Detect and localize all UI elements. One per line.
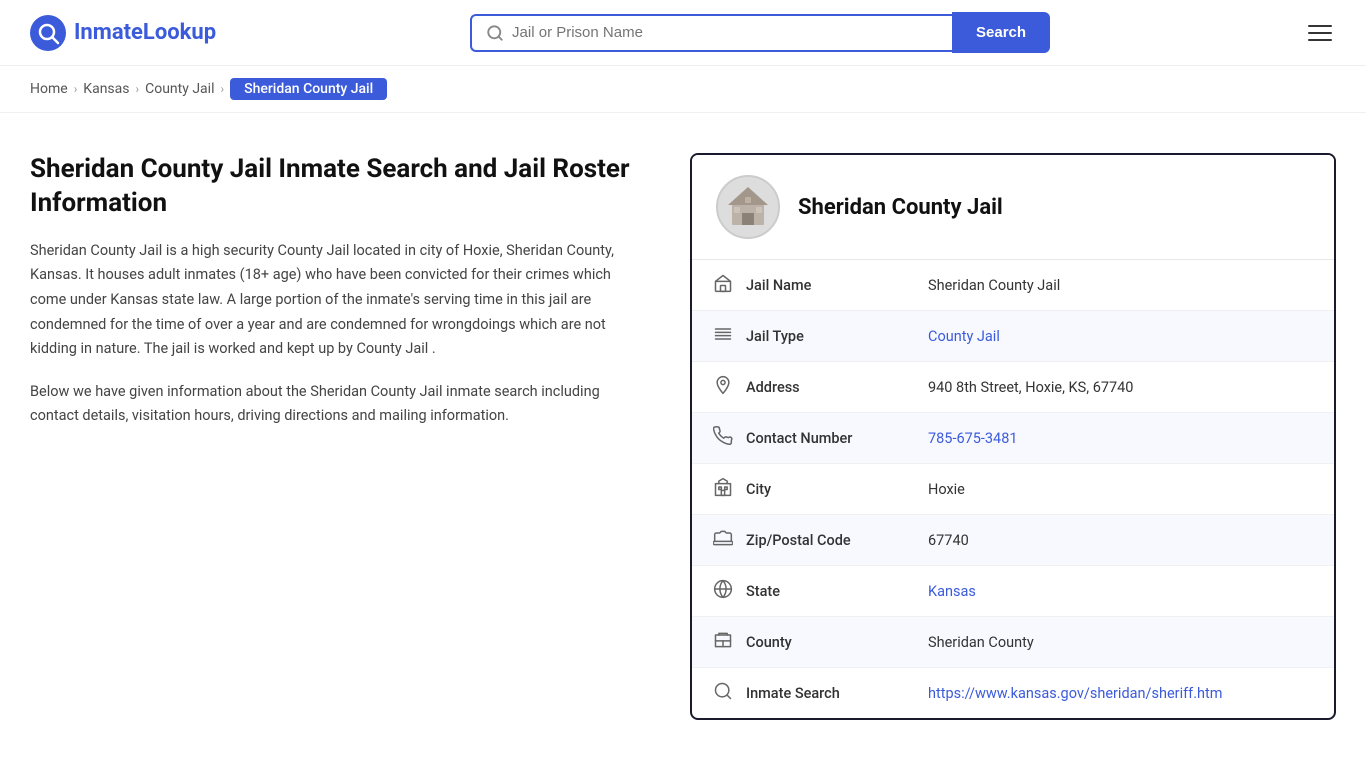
jail-icon bbox=[692, 260, 742, 311]
breadcrumb-sep-1: › bbox=[74, 82, 78, 96]
row-label: County bbox=[742, 617, 912, 668]
table-row: CityHoxie bbox=[692, 464, 1334, 515]
left-column: Sheridan County Jail Inmate Search and J… bbox=[30, 153, 690, 429]
breadcrumb-sep-3: › bbox=[220, 82, 224, 96]
search-input-wrapper bbox=[470, 14, 952, 52]
table-row: Jail Type County Jail bbox=[692, 311, 1334, 362]
breadcrumb-state[interactable]: Kansas bbox=[83, 81, 129, 97]
row-link[interactable]: https://www.kansas.gov/sheridan/sheriff.… bbox=[928, 685, 1222, 702]
right-column: Sheridan County Jail Jail NameSheridan C… bbox=[690, 153, 1336, 720]
table-row: Address940 8th Street, Hoxie, KS, 67740 bbox=[692, 362, 1334, 413]
page-description-1: Sheridan County Jail is a high security … bbox=[30, 239, 650, 362]
county-icon bbox=[692, 617, 742, 668]
row-value[interactable]: https://www.kansas.gov/sheridan/sheriff.… bbox=[912, 668, 1334, 719]
row-label: Address bbox=[742, 362, 912, 413]
hamburger-menu-button[interactable] bbox=[1304, 21, 1336, 45]
city-icon bbox=[692, 464, 742, 515]
row-value: Hoxie bbox=[912, 464, 1334, 515]
jail-building-icon bbox=[724, 183, 772, 231]
logo-text: InmateLookup bbox=[74, 20, 216, 45]
row-label: State bbox=[742, 566, 912, 617]
table-row: State Kansas bbox=[692, 566, 1334, 617]
phone-icon bbox=[692, 413, 742, 464]
row-label: Zip/Postal Code bbox=[742, 515, 912, 566]
jail-name-title: Sheridan County Jail bbox=[798, 195, 1003, 220]
row-link[interactable]: Kansas bbox=[928, 583, 976, 600]
breadcrumb-current: Sheridan County Jail bbox=[230, 78, 387, 100]
hamburger-line-1 bbox=[1308, 25, 1332, 27]
row-value[interactable]: 785-675-3481 bbox=[912, 413, 1334, 464]
row-value: 940 8th Street, Hoxie, KS, 67740 bbox=[912, 362, 1334, 413]
row-value: 67740 bbox=[912, 515, 1334, 566]
breadcrumb: Home › Kansas › County Jail › Sheridan C… bbox=[0, 66, 1366, 113]
table-row: Inmate Search https://www.kansas.gov/sher… bbox=[692, 668, 1334, 719]
search-icon bbox=[692, 668, 742, 719]
table-row: Zip/Postal Code67740 bbox=[692, 515, 1334, 566]
row-label: City bbox=[742, 464, 912, 515]
breadcrumb-sep-2: › bbox=[136, 82, 140, 96]
table-row: CountySheridan County bbox=[692, 617, 1334, 668]
zip-icon bbox=[692, 515, 742, 566]
table-row: Contact Number 785-675-3481 bbox=[692, 413, 1334, 464]
row-value[interactable]: County Jail bbox=[912, 311, 1334, 362]
address-icon bbox=[692, 362, 742, 413]
state-icon bbox=[692, 566, 742, 617]
breadcrumb-type[interactable]: County Jail bbox=[145, 81, 214, 97]
hamburger-line-2 bbox=[1308, 32, 1332, 34]
row-label: Inmate Search bbox=[742, 668, 912, 719]
logo-icon bbox=[30, 15, 66, 51]
row-label: Jail Name bbox=[742, 260, 912, 311]
jail-avatar bbox=[716, 175, 780, 239]
info-card-header: Sheridan County Jail bbox=[692, 155, 1334, 260]
row-link[interactable]: County Jail bbox=[928, 328, 1000, 345]
page-title: Sheridan County Jail Inmate Search and J… bbox=[30, 153, 650, 221]
page-description-2: Below we have given information about th… bbox=[30, 380, 650, 429]
row-value[interactable]: Kansas bbox=[912, 566, 1334, 617]
logo-link[interactable]: InmateLookup bbox=[30, 15, 216, 51]
info-table: Jail NameSheridan County JailJail Type Co… bbox=[692, 260, 1334, 718]
info-card: Sheridan County Jail Jail NameSheridan C… bbox=[690, 153, 1336, 720]
row-link[interactable]: 785-675-3481 bbox=[928, 430, 1018, 447]
row-label: Jail Type bbox=[742, 311, 912, 362]
row-value: Sheridan County Jail bbox=[912, 260, 1334, 311]
hamburger-line-3 bbox=[1308, 39, 1332, 41]
search-input-icon bbox=[486, 24, 504, 42]
breadcrumb-home[interactable]: Home bbox=[30, 81, 68, 97]
main-content: Sheridan County Jail Inmate Search and J… bbox=[0, 113, 1366, 760]
row-label: Contact Number bbox=[742, 413, 912, 464]
search-input[interactable] bbox=[512, 24, 938, 41]
search-area: Search bbox=[470, 12, 1050, 53]
table-row: Jail NameSheridan County Jail bbox=[692, 260, 1334, 311]
type-icon bbox=[692, 311, 742, 362]
search-button[interactable]: Search bbox=[952, 12, 1050, 53]
site-header: InmateLookup Search bbox=[0, 0, 1366, 66]
row-value: Sheridan County bbox=[912, 617, 1334, 668]
